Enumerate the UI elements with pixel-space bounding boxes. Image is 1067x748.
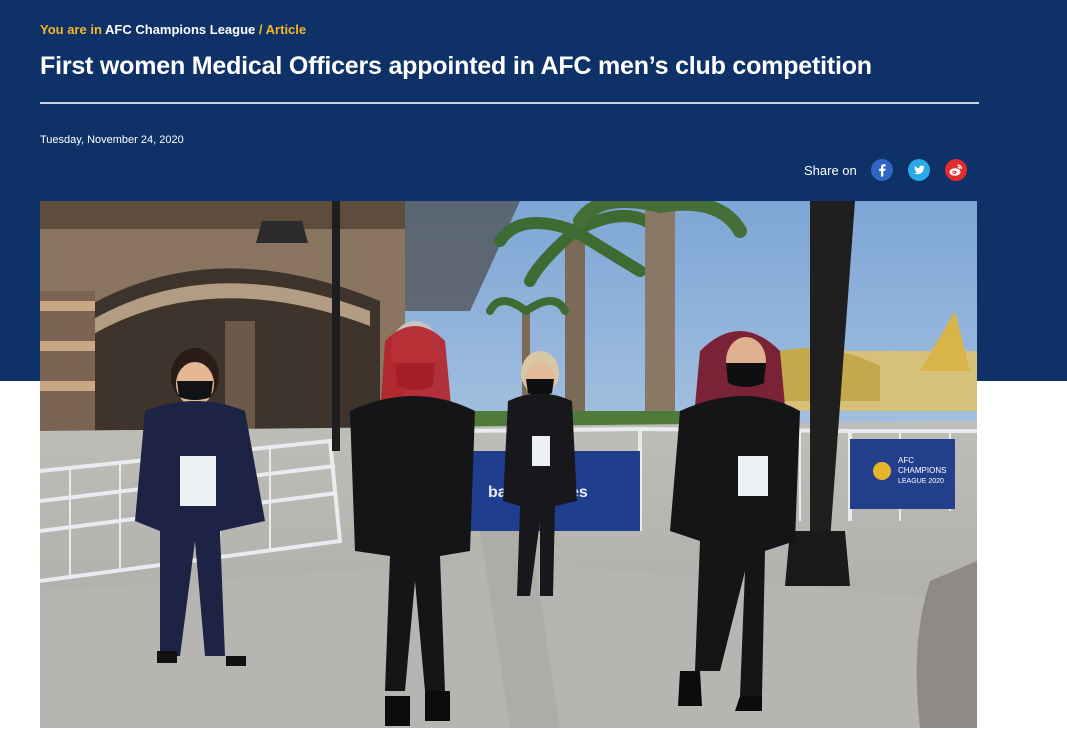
breadcrumb-prefix: You are in <box>40 22 102 37</box>
article-date: Tuesday, November 24, 2020 <box>40 134 184 146</box>
share-bar: Share on <box>804 158 967 182</box>
breadcrumb: You are in AFC Champions League / Articl… <box>40 22 306 37</box>
page-title: First women Medical Officers appointed i… <box>40 52 872 80</box>
title-divider <box>40 102 979 104</box>
facebook-icon[interactable] <box>870 159 893 181</box>
sign-line-1: AFC <box>898 456 914 465</box>
weibo-icon[interactable] <box>944 159 967 181</box>
breadcrumb-current-article: Article <box>265 22 307 37</box>
share-label: Share on <box>804 162 857 178</box>
sign-line-2: CHAMPIONS <box>898 466 946 475</box>
twitter-icon[interactable] <box>907 159 930 181</box>
breadcrumb-separator: / <box>258 22 263 37</box>
breadcrumb-link-afc-champions-league[interactable]: AFC Champions League <box>105 22 255 37</box>
sign-line-3: LEAGUE 2020 <box>898 478 944 485</box>
article-hero-image: ballF es AFC CHAMPIONS LEAGUE 2020 <box>40 201 977 728</box>
